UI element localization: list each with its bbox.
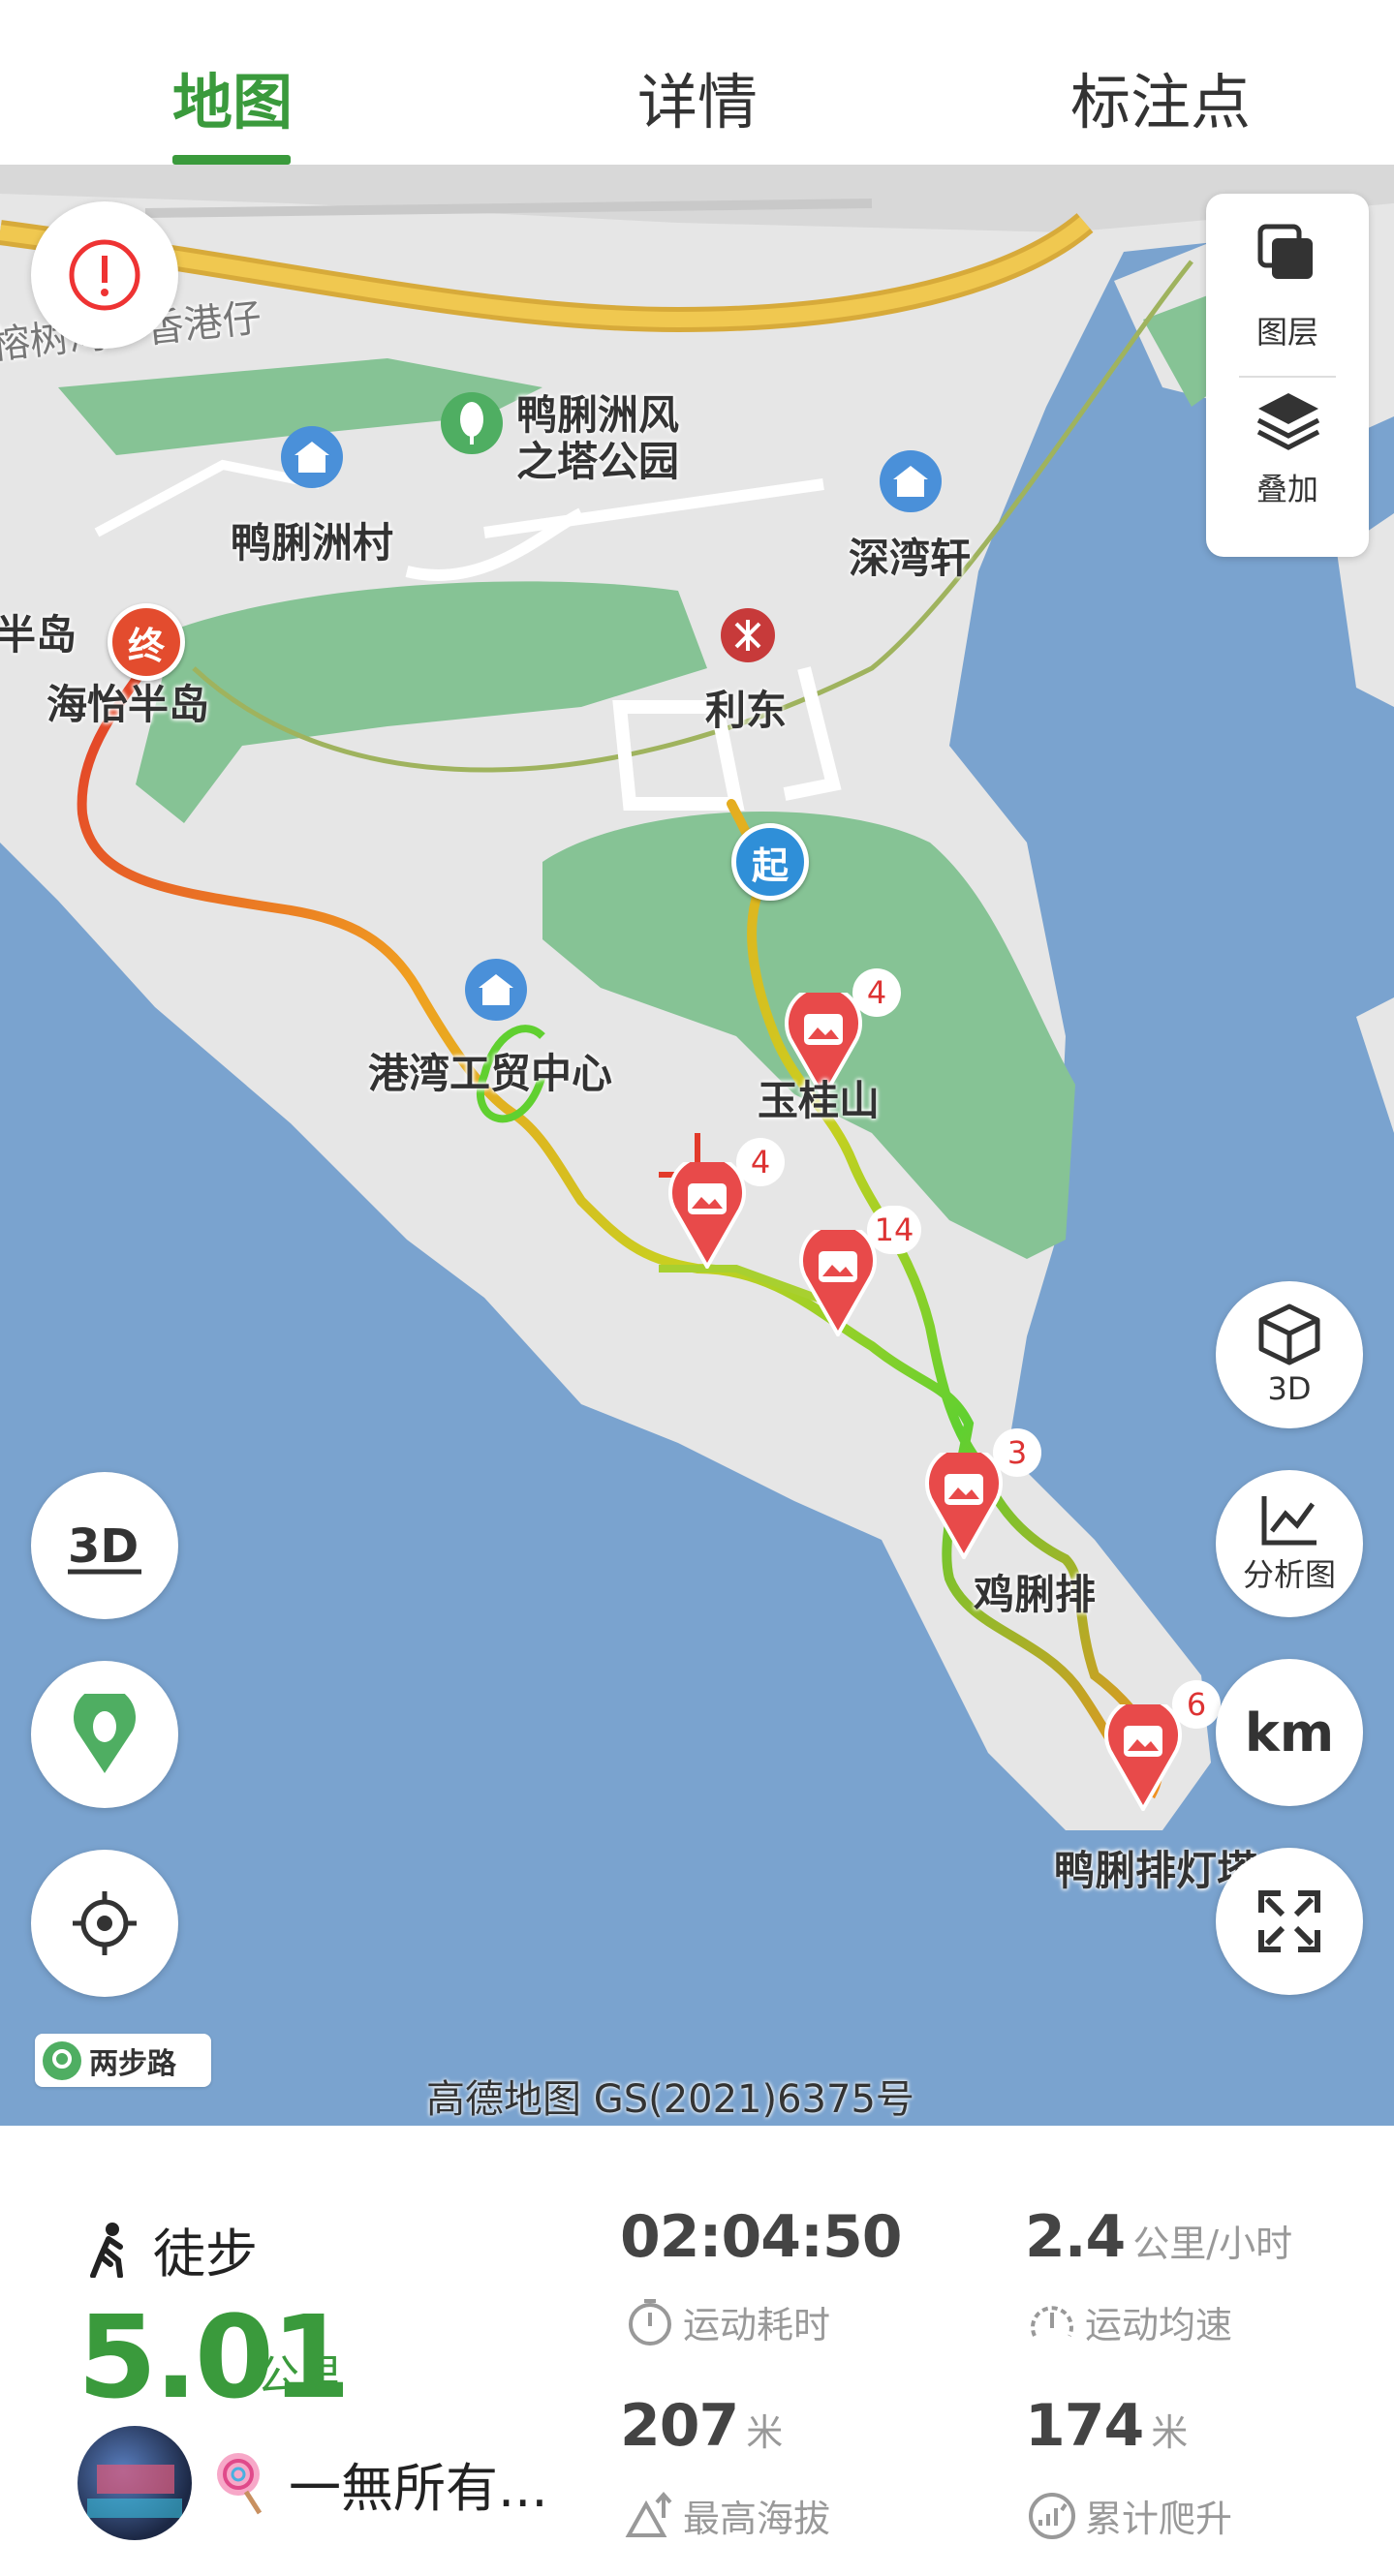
- climb-value: 174: [1025, 2392, 1144, 2460]
- photo-pin-icon: [1104, 1696, 1182, 1814]
- max-altitude-stat: 207 米: [620, 2392, 783, 2460]
- locate-button[interactable]: [31, 1850, 178, 1997]
- photo-marker[interactable]: 3: [925, 1428, 1041, 1563]
- climb-label: 累计爬升: [1085, 2498, 1233, 2540]
- map-label: 鸭脷洲村: [231, 519, 394, 567]
- analysis-label: 分析图: [1242, 1556, 1336, 1593]
- tab-active-indicator: [172, 155, 291, 165]
- user-info[interactable]: 一無所有...: [77, 2426, 548, 2540]
- sport-label: 徒步: [153, 2223, 258, 2285]
- duration-value: 02:04:50: [620, 2203, 902, 2271]
- svg-text:3D: 3D: [68, 1519, 139, 1574]
- 3d-view-button[interactable]: 3D: [1216, 1281, 1363, 1428]
- photo-marker[interactable]: 6: [1104, 1680, 1221, 1815]
- duration-stat: 02:04:50: [620, 2203, 902, 2271]
- speed-caption: 运动均速: [1027, 2295, 1232, 2348]
- speed-stat: 2.4 公里/小时: [1025, 2203, 1292, 2271]
- unit-toggle-button[interactable]: km: [1216, 1659, 1363, 1806]
- speed-value: 2.4: [1025, 2203, 1126, 2271]
- poi-icon: [281, 426, 343, 488]
- track-overlay: [77, 649, 1163, 1799]
- photo-pin-icon: [925, 1444, 1003, 1562]
- photo-count-badge: 6: [1172, 1680, 1221, 1729]
- poi-icon: [880, 450, 942, 512]
- overlay-label: 叠加: [1255, 471, 1318, 507]
- tab-detail[interactable]: 详情: [552, 53, 843, 140]
- hiking-icon: [90, 2222, 123, 2278]
- photo-count-badge: 4: [736, 1138, 785, 1186]
- 3d-toggle-button[interactable]: 3D: [31, 1472, 178, 1619]
- tab-map[interactable]: 地图: [87, 53, 378, 140]
- distance-unit: 公里: [257, 2351, 342, 2401]
- park-poi-icon: [441, 392, 503, 454]
- end-marker[interactable]: 终: [108, 603, 185, 681]
- tab-marks[interactable]: 标注点: [1015, 53, 1306, 140]
- map-label: 港湾工贸中心: [368, 1050, 613, 1097]
- analysis-button[interactable]: 分析图: [1216, 1470, 1363, 1617]
- photo-marker[interactable]: 4: [668, 1138, 785, 1273]
- brand-logo-icon: [43, 2040, 81, 2080]
- stopwatch-icon: [629, 2298, 671, 2346]
- duration-label: 运动耗时: [683, 2304, 831, 2346]
- map-label: 玉桂山: [758, 1077, 881, 1124]
- overlay-button[interactable]: 叠加: [1206, 378, 1369, 552]
- footprint-button[interactable]: [31, 1661, 178, 1808]
- poi-icon: [465, 959, 527, 1021]
- expand-icon: [1258, 1890, 1320, 1952]
- footprint-icon: [74, 1694, 136, 1773]
- stack-icon: [1256, 393, 1320, 450]
- brand-badge: 两步路: [35, 2034, 211, 2087]
- username: 一無所有...: [289, 2457, 548, 2519]
- photo-pin-icon: [799, 1221, 877, 1339]
- lollipop-icon: [217, 2453, 263, 2515]
- climb-unit: 米: [1151, 2411, 1189, 2454]
- speed-label: 运动均速: [1085, 2304, 1233, 2346]
- map-view[interactable]: 起 终 4 4 14 3 6 榕树湾 - 香港仔 鸭脷洲风 之塔公园 鸭脷洲村 …: [0, 165, 1394, 2126]
- map-watermark: 高德地图 GS(2021)6375号: [426, 2077, 914, 2122]
- report-button[interactable]: [31, 201, 178, 349]
- max-altitude-caption: 最高海拔: [625, 2489, 830, 2542]
- layer-label: 图层: [1255, 314, 1318, 351]
- max-altitude-value: 207: [620, 2392, 739, 2460]
- sport-type: 徒步: [85, 2211, 258, 2287]
- speed-unit: 公里/小时: [1132, 2223, 1293, 2265]
- climb-stat: 174 米: [1025, 2392, 1188, 2460]
- map-label: 利东: [705, 687, 788, 734]
- map-label: 半岛: [0, 611, 77, 659]
- 3d-icon: 3D: [68, 1519, 141, 1575]
- climb-caption: 累计爬升: [1027, 2489, 1232, 2542]
- photo-count-badge: 3: [993, 1428, 1041, 1477]
- metro-icon: [721, 608, 775, 662]
- tab-bar: 地图 详情 标注点: [0, 0, 1394, 165]
- map-label: 深湾轩: [849, 535, 972, 582]
- map-label: 海怡半岛: [46, 681, 210, 728]
- brand-name: 两步路: [89, 2046, 176, 2081]
- locate-icon: [73, 1891, 137, 1955]
- stats-panel: 徒步 5.01 公里 一無所有... 02:04:50 运动耗时 2.4 公里/小…: [0, 2126, 1394, 2576]
- cube-icon: [1258, 1303, 1320, 1365]
- avatar[interactable]: [77, 2426, 192, 2540]
- duration-caption: 运动耗时: [625, 2295, 830, 2348]
- chart-icon: [1261, 1496, 1317, 1546]
- layer-button[interactable]: 图层: [1206, 194, 1369, 368]
- 3d-view-label: 3D: [1267, 1370, 1312, 1407]
- climb-icon: [1029, 2492, 1075, 2539]
- layer-panel: 图层 叠加: [1206, 194, 1369, 557]
- start-marker[interactable]: 起: [731, 823, 809, 901]
- photo-marker[interactable]: 14: [799, 1206, 921, 1340]
- max-altitude-unit: 米: [746, 2411, 784, 2454]
- map-label: 之塔公园: [516, 438, 680, 485]
- photo-pin-icon: [668, 1153, 746, 1272]
- layers-icon: [1257, 224, 1313, 279]
- speedometer-icon: [1031, 2305, 1073, 2337]
- warning-icon: [69, 239, 140, 311]
- photo-count-badge: 4: [852, 968, 901, 1017]
- map-label: 鸡脷排: [974, 1571, 1097, 1618]
- km-label: km: [1244, 1702, 1335, 1763]
- max-altitude-label: 最高海拔: [683, 2498, 831, 2540]
- fullscreen-button[interactable]: [1216, 1848, 1363, 1995]
- mountain-icon: [625, 2491, 672, 2537]
- photo-count-badge: 14: [867, 1206, 921, 1254]
